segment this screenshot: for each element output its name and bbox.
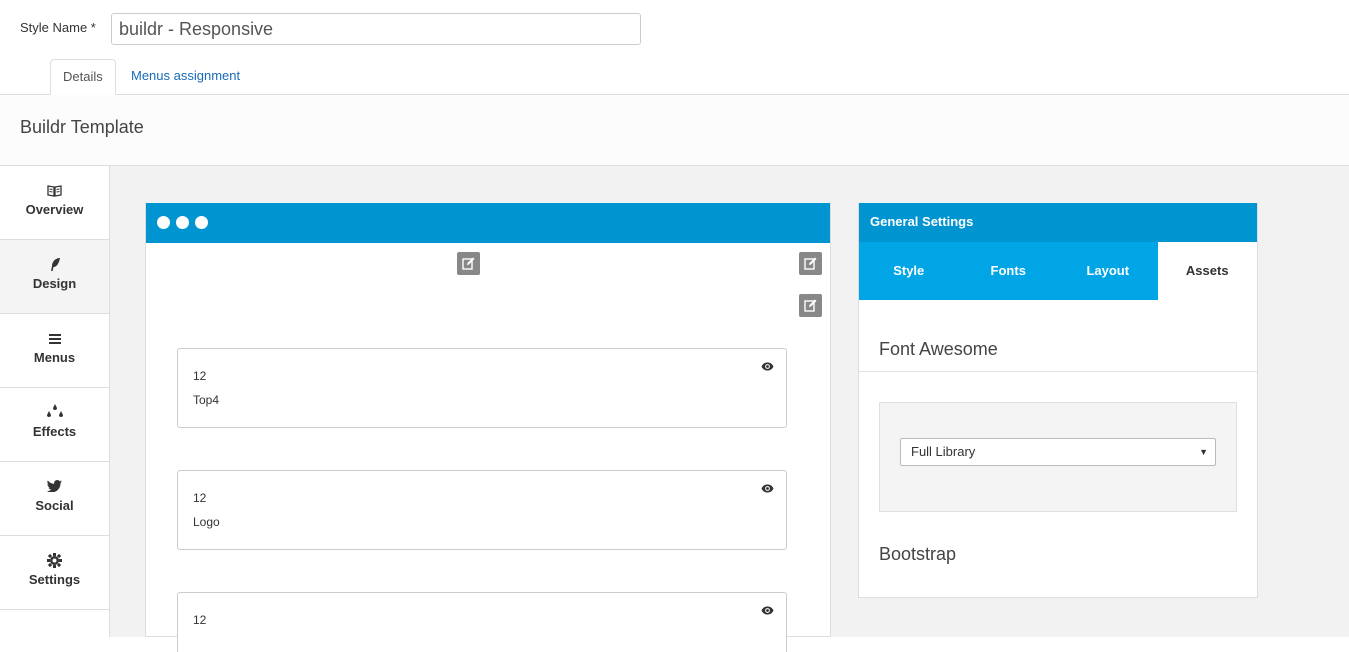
sidebar-item-label: Design [32, 276, 77, 291]
bars-icon [0, 329, 109, 347]
style-name-row: Style Name * [0, 0, 1349, 60]
row-width: 12 [193, 491, 207, 505]
sidebar-item-overview[interactable]: Overview [0, 166, 109, 240]
tab-menus-assignment[interactable]: Menus assignment [119, 59, 252, 95]
font-awesome-box: Full Library ▼ [879, 402, 1237, 512]
sidebar-item-label: Menus [33, 350, 76, 365]
layout-row[interactable]: 12 Top4 [177, 348, 787, 428]
sidebar-item-label: Settings [28, 572, 81, 587]
page-title: Buildr Template [20, 117, 144, 137]
general-settings-panel: General Settings Style Fonts Layout Asse… [858, 203, 1258, 598]
eye-icon[interactable] [761, 359, 774, 374]
drops-icon [0, 403, 109, 421]
sidebar-item-label: Social [35, 498, 74, 513]
font-awesome-title: Font Awesome [879, 339, 998, 359]
gear-icon [0, 551, 109, 569]
book-icon [0, 181, 109, 199]
form-tabs: Details Menus assignment [0, 59, 1349, 95]
settings-tabs: Style Fonts Layout Assets [859, 242, 1257, 300]
builder-toolbar [146, 203, 830, 243]
sidebar-item-menus[interactable]: Menus [0, 314, 109, 388]
edit-section-button[interactable] [799, 252, 822, 275]
row-width: 12 [193, 369, 207, 383]
tab-details[interactable]: Details [50, 59, 116, 95]
style-name-input[interactable] [111, 13, 641, 45]
sidebar-item-design[interactable]: Design [0, 240, 109, 314]
font-awesome-select[interactable]: Full Library ▼ [900, 438, 1216, 466]
sidebar: Overview Design Menus Effects Social Set… [0, 166, 110, 637]
tab-style[interactable]: Style [859, 242, 959, 300]
sidebar-item-settings[interactable]: Settings [0, 536, 109, 610]
row-width: 12 [193, 613, 207, 627]
sidebar-item-label: Effects [32, 424, 77, 439]
tab-layout[interactable]: Layout [1058, 242, 1158, 300]
window-dot [195, 216, 208, 229]
bootstrap-title: Bootstrap [879, 544, 957, 564]
row-name: Logo [193, 515, 220, 529]
eye-icon[interactable] [761, 603, 774, 618]
tab-fonts[interactable]: Fonts [959, 242, 1059, 300]
row-name: Top4 [193, 393, 220, 407]
edit-icon [804, 299, 817, 312]
style-name-label: Style Name * [20, 20, 96, 35]
eye-icon[interactable] [761, 481, 774, 496]
settings-header: General Settings [859, 203, 1257, 242]
edit-icon [804, 257, 817, 270]
layout-row[interactable]: 12 [177, 592, 787, 652]
sidebar-item-label: Overview [25, 202, 84, 217]
layout-builder: 12 Top4 12 Logo 12 [145, 203, 831, 652]
layout-row[interactable]: 12 Logo [177, 470, 787, 550]
window-dot [157, 216, 170, 229]
divider [859, 371, 1257, 372]
twitter-icon [0, 477, 109, 495]
edit-icon [462, 257, 475, 270]
caret-down-icon: ▼ [1199, 447, 1208, 457]
template-header: Buildr Template [0, 95, 1349, 166]
select-value: Full Library [911, 444, 976, 459]
window-dot [176, 216, 189, 229]
sidebar-item-effects[interactable]: Effects [0, 388, 109, 462]
sidebar-item-social[interactable]: Social [0, 462, 109, 536]
tab-assets[interactable]: Assets [1157, 242, 1257, 300]
edit-section-button[interactable] [457, 252, 480, 275]
feather-icon [0, 255, 109, 273]
edit-section-button[interactable] [799, 294, 822, 317]
